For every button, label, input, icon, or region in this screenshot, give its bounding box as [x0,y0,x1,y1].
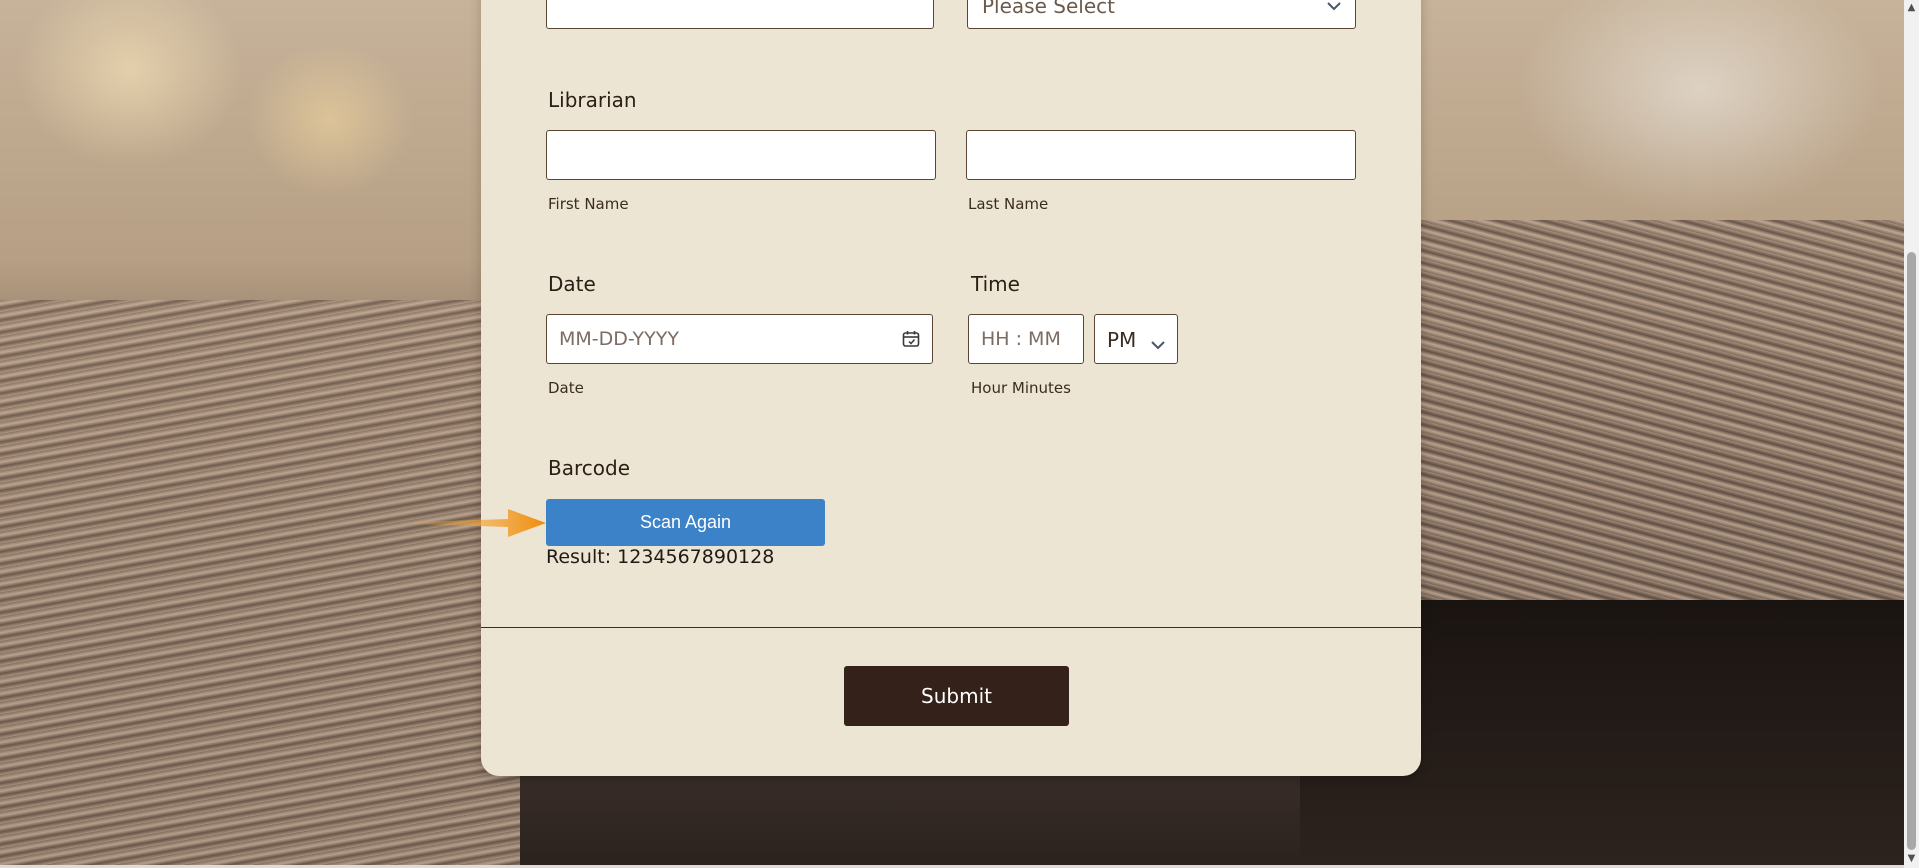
barcode-label: Barcode [548,456,630,480]
arrow-right-icon [412,505,548,541]
date-placeholder: MM-DD-YYYY [559,328,679,350]
librarian-label: Librarian [548,88,637,112]
scan-again-button[interactable]: Scan Again [546,499,825,546]
chevron-down-icon [1327,0,1341,15]
submit-button[interactable]: Submit [844,666,1069,726]
date-input[interactable]: MM-DD-YYYY [546,314,933,364]
last-name-input[interactable] [966,130,1356,180]
page-viewport: Please Select Librarian First Name Last … [0,0,1919,868]
date-sublabel: Date [548,379,584,397]
ampm-select[interactable]: PM [1094,314,1178,364]
time-placeholder: HH : MM [981,328,1061,350]
calendar-icon[interactable] [901,329,921,349]
last-name-label: Last Name [968,195,1049,213]
first-name-label: First Name [548,195,629,213]
background-book-pages-left [0,300,520,868]
top-select-value: Please Select [982,0,1115,18]
time-hhmm-input[interactable]: HH : MM [968,314,1084,364]
chevron-down-icon [1151,335,1165,354]
form-card [481,0,1421,776]
time-label: Time [971,272,1020,296]
top-select-dropdown[interactable]: Please Select [967,0,1356,29]
first-name-input[interactable] [546,130,936,180]
scroll-down-icon[interactable]: ▼ [1906,853,1917,865]
ampm-value: PM [1107,328,1137,352]
form-divider [481,627,1421,628]
time-sublabel: Hour Minutes [971,379,1071,397]
barcode-result: Result: 1234567890128 [546,546,775,568]
scrollbar-thumb[interactable] [1907,252,1916,850]
date-label: Date [548,272,596,296]
top-left-input[interactable] [546,0,934,29]
scroll-up-icon[interactable]: ▲ [1906,2,1917,14]
